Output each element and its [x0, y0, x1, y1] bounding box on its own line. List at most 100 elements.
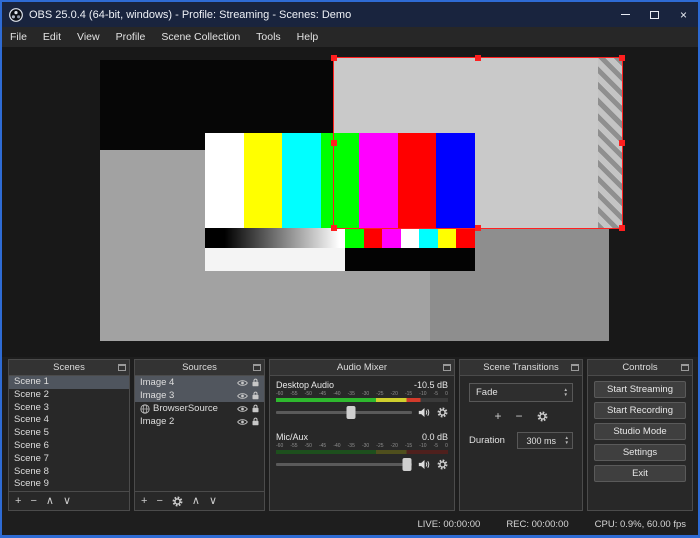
scene-list-item[interactable]: Scene 8 [9, 466, 129, 479]
live-time: LIVE: 00:00:00 [417, 519, 481, 530]
minimize-button[interactable] [611, 2, 640, 27]
add-transition-button[interactable]: + [494, 410, 501, 422]
selection-box[interactable] [331, 55, 625, 231]
menu-file[interactable]: File [2, 27, 35, 47]
menu-help[interactable]: Help [289, 27, 327, 47]
popout-icon[interactable] [443, 364, 451, 371]
menu-tools[interactable]: Tools [248, 27, 289, 47]
close-button[interactable]: × [669, 2, 698, 27]
scenes-toolbar: + − ∧ ∨ [9, 491, 129, 510]
color-blocks [345, 228, 475, 248]
title-bar: OBS 25.0.4 (64-bit, windows) - Profile: … [2, 2, 698, 27]
settings-button[interactable]: Settings [594, 444, 686, 461]
menu-view[interactable]: View [69, 27, 108, 47]
selection-handle[interactable] [331, 140, 337, 146]
popout-icon[interactable] [681, 364, 689, 371]
menu-profile[interactable]: Profile [108, 27, 154, 47]
sources-panel-header[interactable]: Sources [135, 360, 264, 376]
duration-spinner[interactable]: 300 ms ▲ ▼ [517, 432, 573, 449]
volume-meter [276, 450, 448, 454]
controls-panel-header[interactable]: Controls [588, 360, 692, 376]
exit-button[interactable]: Exit [594, 465, 686, 482]
remove-scene-button[interactable]: − [30, 495, 36, 507]
selection-handle[interactable] [331, 225, 337, 231]
scene-list-item[interactable]: Scene 2 [9, 389, 129, 402]
source-name: Image 4 [140, 377, 175, 388]
selection-handle[interactable] [475, 225, 481, 231]
volume-meter [276, 398, 448, 402]
add-source-button[interactable]: + [141, 495, 147, 507]
move-scene-down-button[interactable]: ∨ [63, 495, 71, 507]
selection-handle[interactable] [619, 140, 625, 146]
channel-settings-gear-icon[interactable] [437, 459, 448, 470]
start-recording-button[interactable]: Start Recording [594, 402, 686, 419]
maximize-icon [650, 10, 659, 19]
source-properties-gear-icon[interactable] [172, 496, 183, 507]
speaker-icon[interactable] [418, 459, 431, 470]
sources-list: Image 4 Image 3 BrowserSource Image 2 [135, 376, 264, 491]
speaker-icon[interactable] [418, 407, 431, 418]
scene-list-item[interactable]: Scene 5 [9, 427, 129, 440]
source-name: Image 3 [140, 390, 175, 401]
selection-handle[interactable] [619, 55, 625, 61]
channel-settings-gear-icon[interactable] [437, 407, 448, 418]
volume-slider[interactable] [276, 406, 412, 419]
menu-scene-collection[interactable]: Scene Collection [153, 27, 248, 47]
add-scene-button[interactable]: + [15, 495, 21, 507]
move-source-down-button[interactable]: ∨ [209, 495, 217, 507]
lock-icon[interactable] [251, 391, 260, 400]
source-row[interactable]: Image 2 [135, 415, 264, 428]
menu-bar: File Edit View Profile Scene Collection … [2, 27, 698, 47]
transition-select[interactable]: Fade ▲ ▼ [469, 383, 573, 402]
selection-handle[interactable] [475, 55, 481, 61]
popout-icon[interactable] [571, 364, 579, 371]
studio-mode-button[interactable]: Studio Mode [594, 423, 686, 440]
eye-icon[interactable] [237, 379, 248, 387]
scene-list-item[interactable]: Scene 9 [9, 478, 129, 491]
channel-level: -10.5 dB [413, 380, 448, 390]
remove-transition-button[interactable]: − [516, 410, 523, 422]
menu-edit[interactable]: Edit [35, 27, 69, 47]
selection-handle[interactable] [331, 55, 337, 61]
eye-icon[interactable] [237, 418, 248, 426]
eye-icon[interactable] [237, 392, 248, 400]
obs-logo-icon [9, 7, 23, 22]
channel-name: Desktop Audio [276, 380, 335, 390]
lock-icon[interactable] [251, 378, 260, 387]
scene-list-item[interactable]: Scene 3 [9, 402, 129, 415]
source-row[interactable]: BrowserSource [135, 402, 264, 415]
mixer-scale: -60 -55 -50 -45 -40 -35 -30 -25 -20 -15 -10 -5 0 [276, 443, 448, 449]
start-streaming-button[interactable]: Start Streaming [594, 381, 686, 398]
popout-icon[interactable] [253, 364, 261, 371]
lock-icon[interactable] [251, 417, 260, 426]
source-row[interactable]: Image 3 [135, 389, 264, 402]
scene-list-item[interactable]: Scene 1 [9, 376, 129, 389]
volume-slider[interactable] [276, 458, 412, 471]
selection-handle[interactable] [619, 225, 625, 231]
controls-panel: Controls Start Streaming Start Recording… [587, 359, 693, 511]
source-row[interactable]: Image 4 [135, 376, 264, 389]
transition-selected-value: Fade [476, 387, 498, 398]
transitions-panel-header[interactable]: Scene Transitions [460, 360, 582, 376]
transition-properties-gear-icon[interactable] [537, 411, 548, 422]
transitions-body: Fade ▲ ▼ + − Duration 300 ms ▲ ▼ [460, 376, 582, 510]
scenes-panel-header[interactable]: Scenes [9, 360, 129, 376]
remove-source-button[interactable]: − [156, 495, 162, 507]
scene-list-item[interactable]: Scene 4 [9, 414, 129, 427]
mixer-panel-header[interactable]: Audio Mixer [270, 360, 454, 376]
spinner-arrows-icon[interactable]: ▲ ▼ [565, 435, 572, 445]
scenes-list: Scene 1 Scene 2 Scene 3 Scene 4 Scene 5 … [9, 376, 129, 491]
lock-icon[interactable] [251, 404, 260, 413]
maximize-button[interactable] [640, 2, 669, 27]
scene-list-item[interactable]: Scene 6 [9, 440, 129, 453]
move-source-up-button[interactable]: ∧ [192, 495, 200, 507]
move-scene-up-button[interactable]: ∧ [46, 495, 54, 507]
eye-icon[interactable] [237, 405, 248, 413]
volume-slider-handle[interactable] [346, 406, 356, 419]
mixer-channel-mic-aux: Mic/Aux 0.0 dB -60 -55 -50 -45 -40 -35 -30 -25-… [276, 432, 448, 472]
scene-list-item[interactable]: Scene 7 [9, 453, 129, 466]
mixer-channel-desktop-audio: Desktop Audio -10.5 dB -60 -55 -50 -45 -40 -3… [276, 380, 448, 420]
volume-slider-handle[interactable] [402, 458, 412, 471]
popout-icon[interactable] [118, 364, 126, 371]
window-title: OBS 25.0.4 (64-bit, windows) - Profile: … [29, 8, 352, 21]
